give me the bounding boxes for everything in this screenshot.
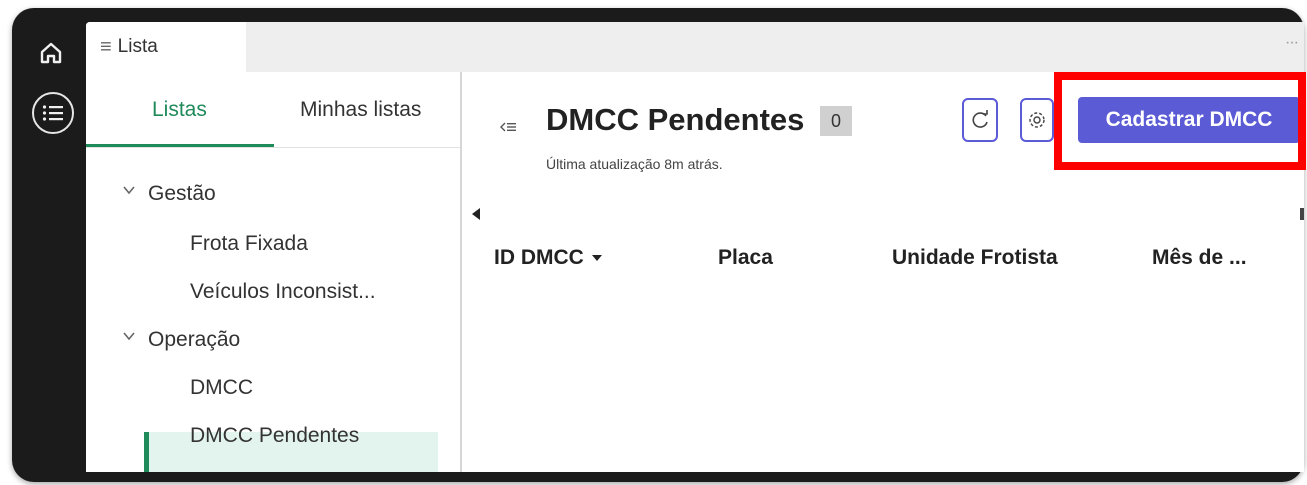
column-header-id-dmcc[interactable]: ID DMCC [494,246,602,270]
tree-item-dmcc-pendentes[interactable]: DMCC Pendentes [190,424,359,448]
tree-item-frota-fixada[interactable]: Frota Fixada [190,232,308,256]
column-header-mes[interactable]: Mês de ... [1152,246,1247,270]
column-header-label: ID DMCC [494,246,584,269]
tab-lista-label: Lista [117,36,158,57]
chevron-down-icon [122,179,136,195]
tree-group-label: Gestão [148,182,216,205]
chevron-down-icon [122,325,136,341]
count-badge: 0 [820,106,852,136]
scroll-left-arrow-icon[interactable] [472,208,480,220]
collapse-sidebar-icon[interactable] [500,120,516,138]
menu-list-icon[interactable] [32,92,74,134]
refresh-button[interactable] [962,98,998,142]
more-options-icon[interactable]: ··· [1285,34,1299,52]
sidebar-tabs: Listas Minhas listas [86,72,460,148]
tree-item-dmcc[interactable]: DMCC [190,376,253,400]
sort-caret-icon [591,255,602,261]
highlight-annotation-box [1054,72,1306,170]
tree-item-veiculos-inconsistentes[interactable]: Veículos Inconsist... [190,280,376,304]
app-rail [20,22,84,472]
hamburger-icon: ≡ [100,35,112,58]
settings-button[interactable] [1020,98,1054,142]
tab-lista[interactable]: ≡ Lista [86,22,246,72]
selected-item-indicator [144,432,149,472]
settings-icon [1029,112,1045,128]
tree-group-gestao[interactable]: Gestão [122,182,216,206]
tab-minhas-listas[interactable]: Minhas listas [300,98,421,122]
scroll-right-arrow-icon[interactable] [1300,208,1304,220]
refresh-icon [972,110,988,128]
active-tab-indicator [86,144,274,147]
column-header-unidade-frotista[interactable]: Unidade Frotista [892,246,1058,270]
tab-bar: ≡ Lista ··· [86,22,1304,72]
column-header-placa[interactable]: Placa [718,246,773,270]
page-title: DMCC Pendentes [546,102,805,137]
lists-sidebar: Listas Minhas listas Gestão Frota Fixada… [86,72,462,472]
home-icon[interactable] [36,38,66,68]
last-update-text: Última atualização 8m atrás. [546,156,723,172]
tab-listas[interactable]: Listas [152,98,207,122]
tree-group-label: Operação [148,328,241,351]
tree-group-operacao[interactable]: Operação [122,328,240,352]
